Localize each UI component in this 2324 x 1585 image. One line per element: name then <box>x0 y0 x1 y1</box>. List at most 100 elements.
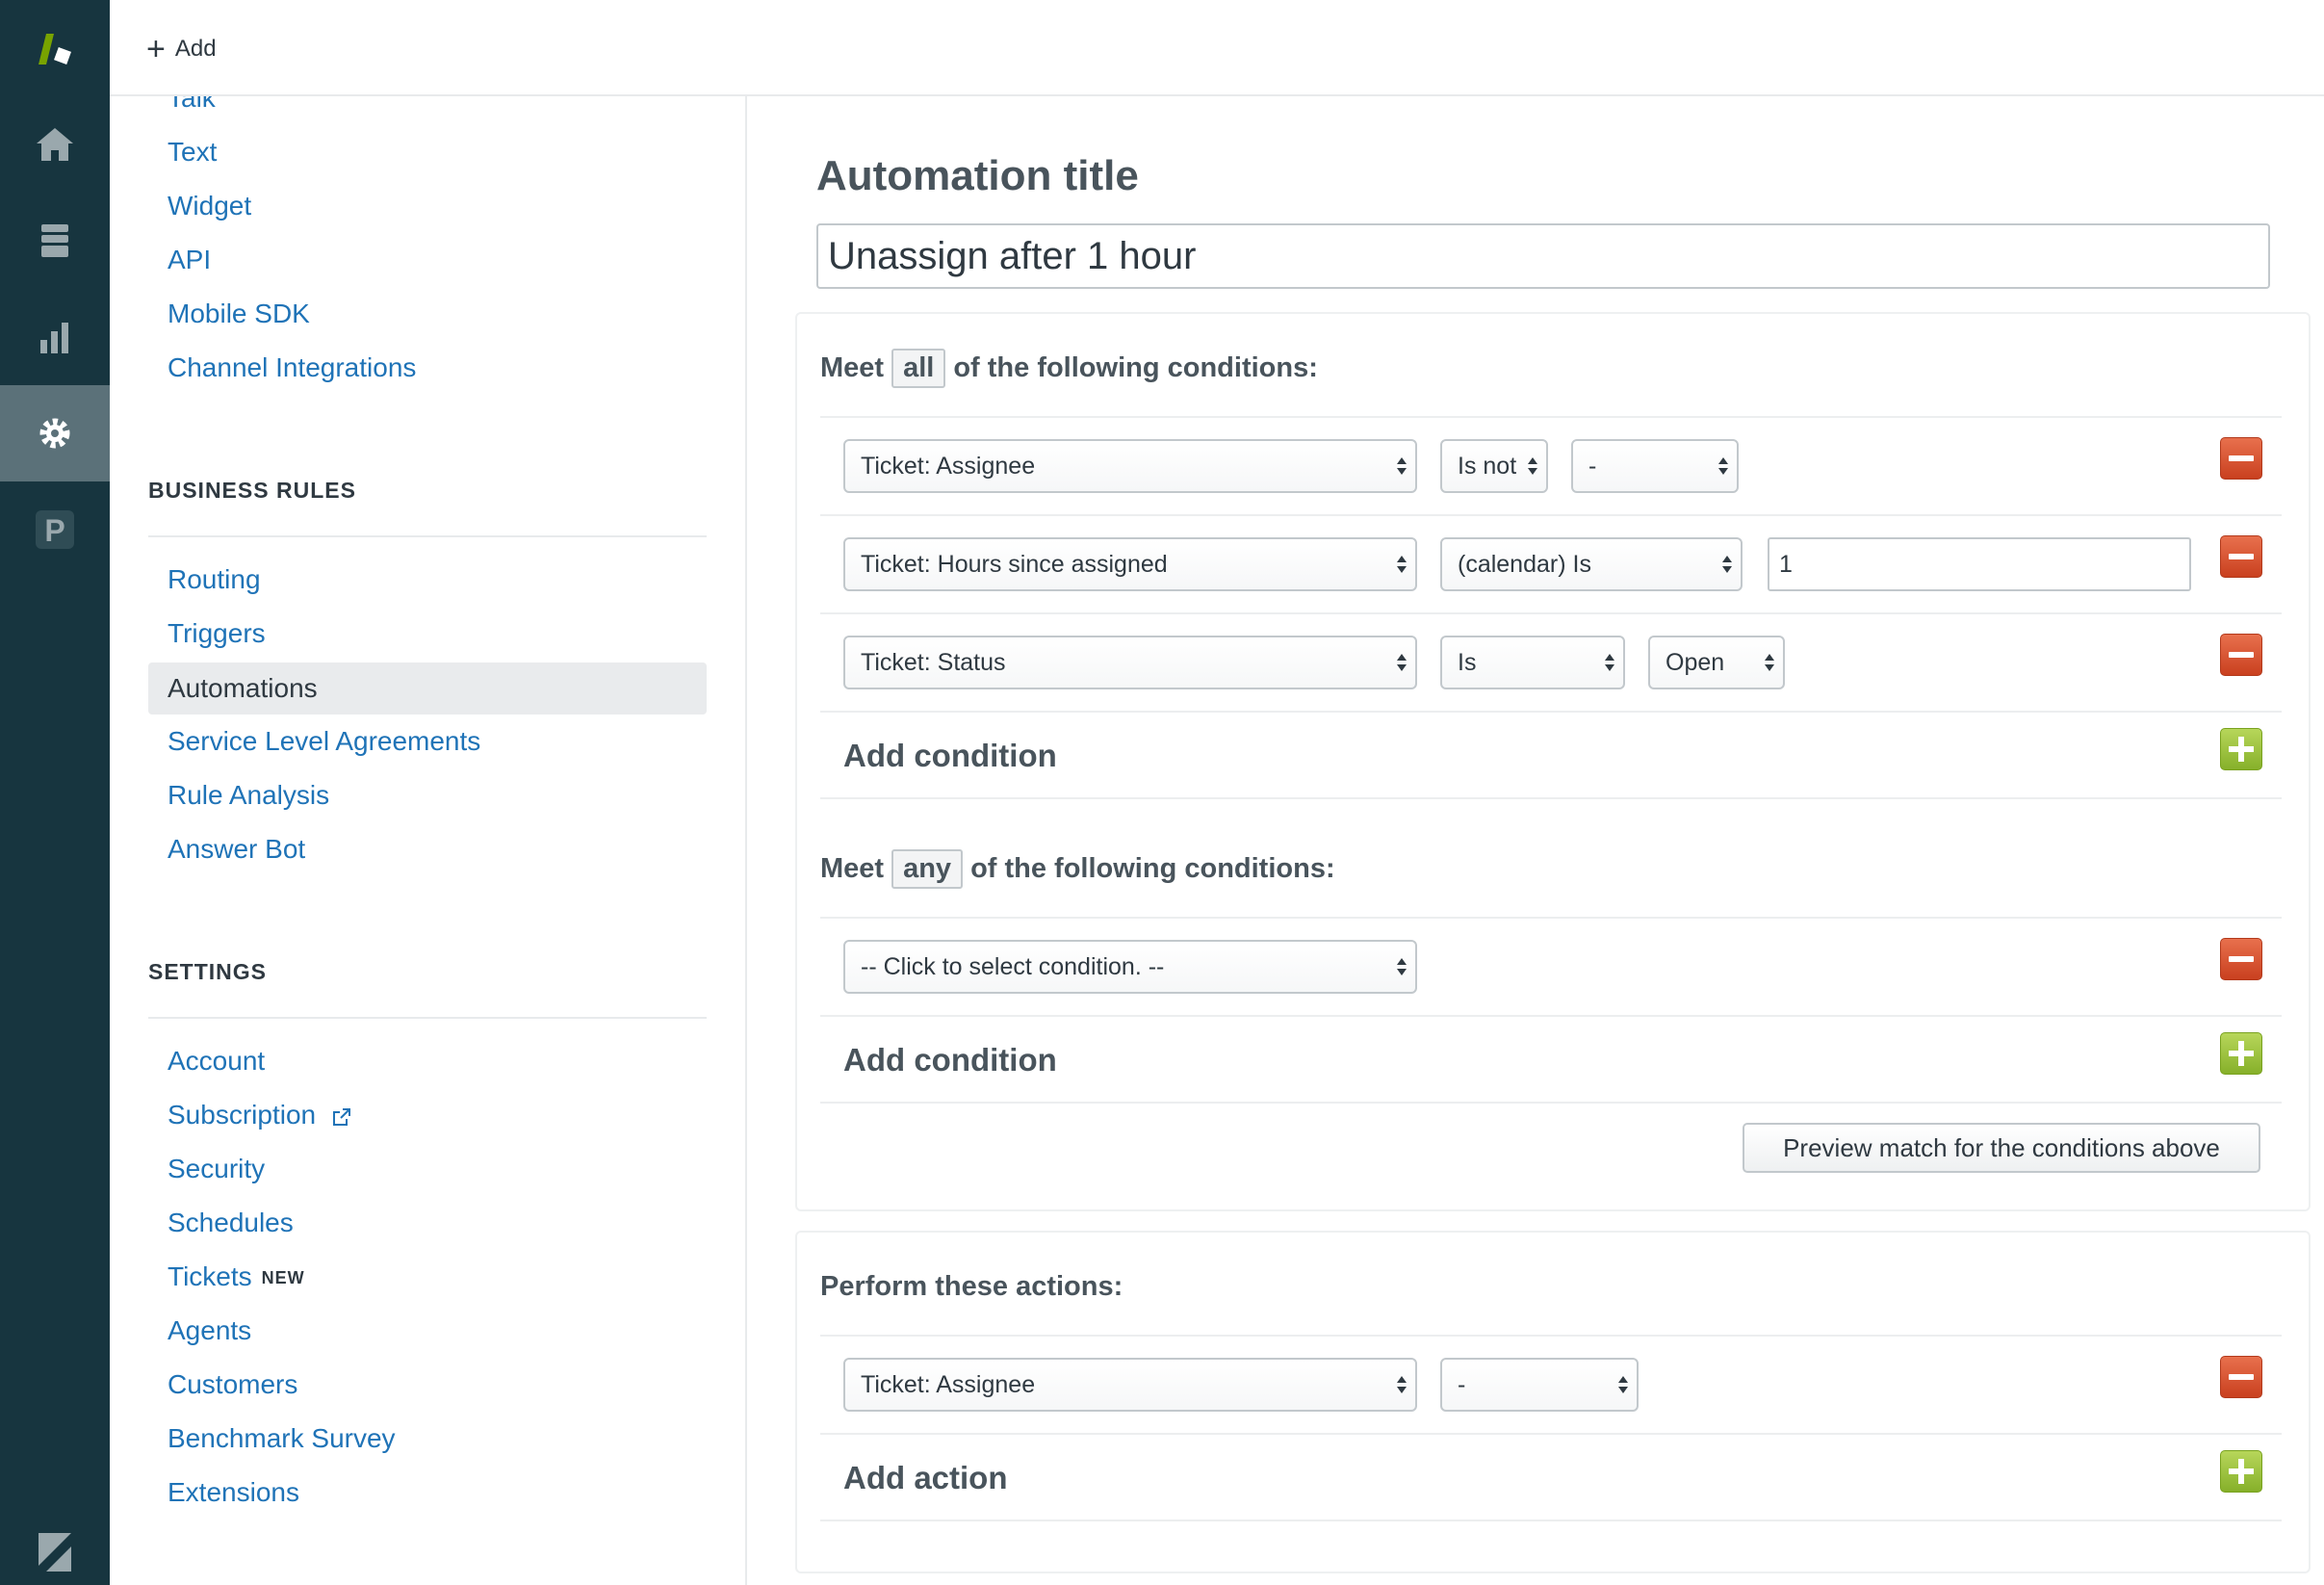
conditions-label: of the following conditions: <box>970 853 1335 884</box>
add-condition-button[interactable] <box>2220 728 2262 770</box>
settings-heading: SETTINGS <box>148 959 268 984</box>
condition-field-select[interactable]: Ticket: Assignee <box>843 439 1417 493</box>
action-field-select[interactable]: Ticket: Assignee <box>843 1358 1417 1412</box>
select-arrows-icon <box>1618 1376 1628 1393</box>
sidebar-item-customers[interactable]: Customers <box>168 1369 297 1400</box>
select-arrows-icon <box>1718 457 1728 475</box>
condition-value-select[interactable]: - <box>1571 439 1739 493</box>
zendesk-z-icon[interactable] <box>0 1527 110 1585</box>
sidebar-item-answer-bot[interactable]: Answer Bot <box>168 834 305 865</box>
select-arrows-icon <box>1765 654 1774 671</box>
remove-action-button[interactable] <box>2220 1356 2262 1398</box>
sidebar-item-security[interactable]: Security <box>168 1154 265 1184</box>
sidebar-item-routing[interactable]: Routing <box>168 564 261 595</box>
condition-value-input[interactable] <box>1768 537 2191 591</box>
select-value: Is not <box>1458 452 1517 480</box>
divider <box>820 514 2282 516</box>
sidebar-item-sla[interactable]: Service Level Agreements <box>168 726 480 757</box>
select-value: - <box>1458 1370 1466 1398</box>
condition-operator-select[interactable]: (calendar) Is <box>1440 537 1743 591</box>
add-condition-label: Add condition <box>843 738 1057 773</box>
add-action-label: Add action <box>843 1460 1008 1495</box>
remove-condition-button[interactable] <box>2220 938 2262 980</box>
conditions-label: of the following conditions: <box>953 352 1318 383</box>
sidebar-item-talk[interactable]: Talk <box>168 96 216 114</box>
perform-actions-label: Perform these actions: <box>820 1271 1123 1302</box>
condition-field-select[interactable]: Ticket: Hours since assigned <box>843 537 1417 591</box>
select-arrows-icon <box>1528 457 1537 475</box>
sidebar-item-rule-analysis[interactable]: Rule Analysis <box>168 780 329 811</box>
remove-condition-button[interactable] <box>2220 535 2262 578</box>
select-value: Ticket: Assignee <box>861 452 1036 480</box>
product-p-icon[interactable]: P <box>0 481 110 578</box>
meet-any-header: Meet any of the following conditions: <box>820 849 1335 889</box>
select-arrows-icon <box>1605 654 1614 671</box>
sidebar-item-agents[interactable]: Agents <box>168 1315 251 1346</box>
select-value: Ticket: Hours since assigned <box>861 550 1168 578</box>
sidebar-item-benchmark-survey[interactable]: Benchmark Survey <box>168 1423 396 1454</box>
condition-value-select[interactable]: Open <box>1648 636 1785 689</box>
select-arrows-icon <box>1722 556 1732 573</box>
sidebar-item-label: Tickets <box>168 1261 252 1291</box>
sidebar-item-automations[interactable]: Automations <box>148 663 707 715</box>
divider <box>820 612 2282 614</box>
add-condition-button[interactable] <box>2220 1032 2262 1075</box>
zendesk-logo-icon[interactable] <box>0 0 110 96</box>
product-rail: P <box>0 0 110 1585</box>
remove-condition-button[interactable] <box>2220 634 2262 676</box>
divider <box>148 1017 707 1019</box>
divider <box>820 797 2282 799</box>
sidebar-item-extensions[interactable]: Extensions <box>168 1477 299 1508</box>
reporting-icon[interactable] <box>0 289 110 385</box>
sidebar-item-channel-integrations[interactable]: Channel Integrations <box>168 352 416 383</box>
all-chip[interactable]: all <box>891 349 946 388</box>
select-value: -- Click to select condition. -- <box>861 952 1165 980</box>
divider <box>820 1335 2282 1337</box>
add-action-button[interactable] <box>2220 1450 2262 1493</box>
sidebar-item-schedules[interactable]: Schedules <box>168 1208 294 1238</box>
remove-condition-button[interactable] <box>2220 437 2262 480</box>
preview-match-button[interactable]: Preview match for the conditions above <box>1743 1123 2260 1173</box>
condition-operator-select[interactable]: Is not <box>1440 439 1548 493</box>
sidebar-item-account[interactable]: Account <box>168 1046 265 1077</box>
condition-field-select[interactable]: -- Click to select condition. -- <box>843 940 1417 994</box>
home-icon[interactable] <box>0 96 110 193</box>
condition-field-select[interactable]: Ticket: Status <box>843 636 1417 689</box>
svg-text:P: P <box>44 513 65 548</box>
new-badge: NEW <box>261 1268 305 1288</box>
business-rules-heading: BUSINESS RULES <box>148 478 356 503</box>
sidebar-item-text[interactable]: Text <box>168 137 217 168</box>
sidebar-item-api[interactable]: API <box>168 245 211 275</box>
sidebar-item-tickets[interactable]: Tickets NEW <box>168 1261 305 1292</box>
sidebar-item-mobile-sdk[interactable]: Mobile SDK <box>168 299 310 329</box>
add-button[interactable]: + Add <box>146 29 217 69</box>
select-arrows-icon <box>1397 958 1407 975</box>
sidebar-item-subscription[interactable]: Subscription <box>168 1100 352 1130</box>
divider <box>820 1520 2282 1521</box>
sidebar-item-triggers[interactable]: Triggers <box>168 618 266 649</box>
external-link-icon <box>332 1107 350 1126</box>
sidebar-item-widget[interactable]: Widget <box>168 191 251 221</box>
meet-label: Meet <box>820 352 885 383</box>
select-value: Ticket: Status <box>861 648 1006 676</box>
select-arrows-icon <box>1397 1376 1407 1393</box>
meet-label: Meet <box>820 853 885 884</box>
condition-operator-select[interactable]: Is <box>1440 636 1625 689</box>
any-chip[interactable]: any <box>891 849 964 889</box>
select-arrows-icon <box>1397 654 1407 671</box>
meet-all-header: Meet all of the following conditions: <box>820 349 1318 388</box>
action-value-select[interactable]: - <box>1440 1358 1639 1412</box>
automation-title-input[interactable] <box>816 223 2270 289</box>
views-icon[interactable] <box>0 193 110 289</box>
select-value: Open <box>1666 648 1725 676</box>
divider <box>820 1433 2282 1435</box>
divider <box>820 1015 2282 1017</box>
plus-icon: + <box>146 31 166 67</box>
add-button-label: Add <box>174 36 217 62</box>
admin-gear-icon[interactable] <box>0 385 110 481</box>
divider <box>148 535 707 537</box>
select-arrows-icon <box>1397 556 1407 573</box>
divider <box>820 416 2282 418</box>
select-value: - <box>1588 452 1597 480</box>
divider <box>820 917 2282 919</box>
